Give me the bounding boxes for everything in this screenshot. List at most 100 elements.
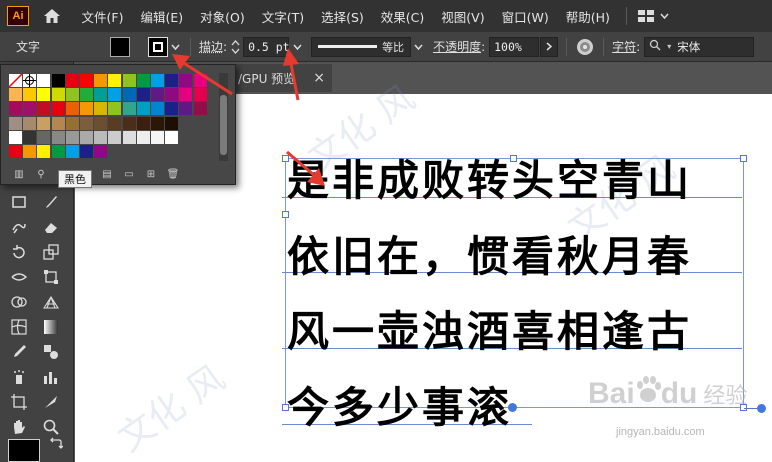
color-swatch[interactable] — [9, 145, 22, 158]
color-swatch[interactable] — [136, 102, 150, 116]
opacity-label[interactable]: 不透明度 — [433, 38, 481, 55]
color-swatch[interactable] — [51, 130, 65, 144]
chevron-down-icon[interactable] — [657, 6, 671, 26]
color-swatch[interactable] — [51, 102, 65, 116]
paintbrush-tool-icon[interactable] — [40, 192, 62, 212]
free-transform-tool-icon[interactable] — [40, 267, 62, 287]
width-tool-icon[interactable] — [8, 267, 30, 287]
color-swatch[interactable] — [65, 145, 79, 158]
color-swatch[interactable] — [37, 88, 51, 102]
perspective-grid-tool-icon[interactable] — [40, 292, 62, 312]
color-swatch[interactable] — [122, 130, 136, 144]
color-swatch[interactable] — [108, 102, 122, 116]
color-swatch[interactable] — [94, 102, 108, 116]
color-swatch[interactable] — [23, 145, 37, 158]
swatch-kind-icon[interactable]: ⚲ — [33, 167, 49, 181]
color-swatch[interactable] — [65, 116, 79, 130]
opacity-field[interactable]: 100% — [489, 36, 540, 57]
color-swatch[interactable] — [193, 102, 207, 116]
selection-handle[interactable] — [282, 211, 289, 218]
chevron-down-icon[interactable] — [130, 37, 140, 57]
color-swatch[interactable] — [136, 130, 150, 144]
color-swatch[interactable] — [165, 130, 179, 144]
color-swatch[interactable] — [37, 116, 51, 130]
color-swatch[interactable] — [51, 74, 65, 87]
workspace-grid-icon[interactable] — [635, 10, 657, 22]
eraser-tool-icon[interactable] — [40, 217, 62, 237]
color-swatch[interactable] — [108, 74, 122, 87]
color-swatch[interactable] — [23, 102, 37, 116]
color-swatch[interactable] — [9, 116, 22, 130]
menu-help[interactable]: 帮助(H) — [557, 7, 618, 26]
shape-builder-tool-icon[interactable] — [8, 292, 30, 312]
stroke-profile-select[interactable]: 等比 — [311, 36, 412, 57]
menu-type[interactable]: 文字(T) — [253, 7, 312, 26]
artboard-tool-icon[interactable] — [8, 392, 30, 412]
color-swatch[interactable] — [23, 130, 37, 144]
color-swatch[interactable] — [80, 74, 93, 87]
new-swatch-icon[interactable]: ⊞ — [143, 167, 159, 181]
color-swatch[interactable] — [151, 102, 164, 116]
color-swatch[interactable] — [151, 116, 164, 130]
color-swatch[interactable] — [122, 102, 136, 116]
menu-object[interactable]: 对象(O) — [192, 7, 254, 26]
color-swatch[interactable] — [94, 130, 108, 144]
color-swatch[interactable] — [136, 88, 150, 102]
color-swatch[interactable] — [9, 130, 22, 144]
chevron-right-icon[interactable] — [540, 36, 559, 57]
recolor-globe-icon[interactable] — [575, 37, 595, 57]
swap-fill-stroke-icon[interactable] — [49, 436, 64, 454]
color-swatch[interactable] — [108, 130, 122, 144]
color-swatch[interactable] — [136, 74, 150, 87]
fill-color-box[interactable] — [8, 439, 40, 462]
color-swatch[interactable] — [9, 88, 22, 102]
color-swatch[interactable] — [51, 116, 65, 130]
color-swatch[interactable] — [94, 116, 108, 130]
color-swatch[interactable] — [80, 88, 93, 102]
color-swatch[interactable] — [94, 74, 108, 87]
color-swatch[interactable] — [122, 74, 136, 87]
menu-window[interactable]: 窗口(W) — [493, 7, 557, 26]
poem-line-3[interactable]: 风一壶浊酒喜相逢古 — [287, 311, 692, 353]
folder-icon[interactable]: ▭ — [121, 167, 137, 181]
color-swatch[interactable] — [9, 102, 22, 116]
slice-tool-icon[interactable] — [40, 392, 62, 412]
color-swatch[interactable] — [80, 116, 93, 130]
menu-file[interactable]: 文件(F) — [73, 7, 132, 26]
blend-tool-icon[interactable] — [40, 342, 62, 362]
color-swatch[interactable] — [80, 130, 93, 144]
poem-line-1[interactable]: 是非成败转头空青山 — [287, 160, 692, 202]
color-swatch[interactable] — [23, 116, 37, 130]
menu-select[interactable]: 选择(S) — [313, 7, 373, 26]
color-swatch[interactable] — [94, 145, 108, 158]
none-swatch-icon[interactable] — [8, 73, 23, 88]
color-swatch[interactable] — [65, 130, 79, 144]
mesh-tool-icon[interactable] — [8, 317, 30, 337]
color-swatch[interactable] — [37, 74, 51, 87]
delete-swatch-icon[interactable]: 🗑 — [165, 167, 181, 181]
column-graph-tool-icon[interactable] — [40, 367, 62, 387]
character-label[interactable]: 字符 — [612, 38, 636, 55]
color-swatch[interactable] — [151, 88, 164, 102]
color-swatch[interactable] — [65, 102, 79, 116]
fill-swatch[interactable] — [110, 36, 130, 57]
color-swatch[interactable] — [65, 88, 79, 102]
selection-handle[interactable] — [740, 155, 747, 162]
color-swatch[interactable] — [51, 88, 65, 102]
color-swatch[interactable] — [65, 74, 79, 87]
color-swatch[interactable] — [179, 102, 193, 116]
menu-view[interactable]: 视图(V) — [433, 7, 493, 26]
hand-tool-icon[interactable] — [8, 417, 30, 437]
color-swatch[interactable] — [80, 145, 93, 158]
color-swatch[interactable] — [37, 130, 51, 144]
color-swatch[interactable] — [136, 116, 150, 130]
menu-effect[interactable]: 效果(C) — [372, 7, 432, 26]
font-family-field[interactable]: ▾ 宋体 — [644, 36, 755, 57]
color-swatch[interactable] — [37, 145, 51, 158]
poem-line-2[interactable]: 依旧在，惯看秋月春 — [287, 236, 692, 278]
shaper-tool-icon[interactable] — [8, 217, 30, 237]
scrollbar-thumb[interactable] — [220, 95, 227, 155]
color-swatch[interactable] — [37, 102, 51, 116]
color-swatch[interactable] — [80, 102, 93, 116]
color-swatch[interactable] — [122, 88, 136, 102]
